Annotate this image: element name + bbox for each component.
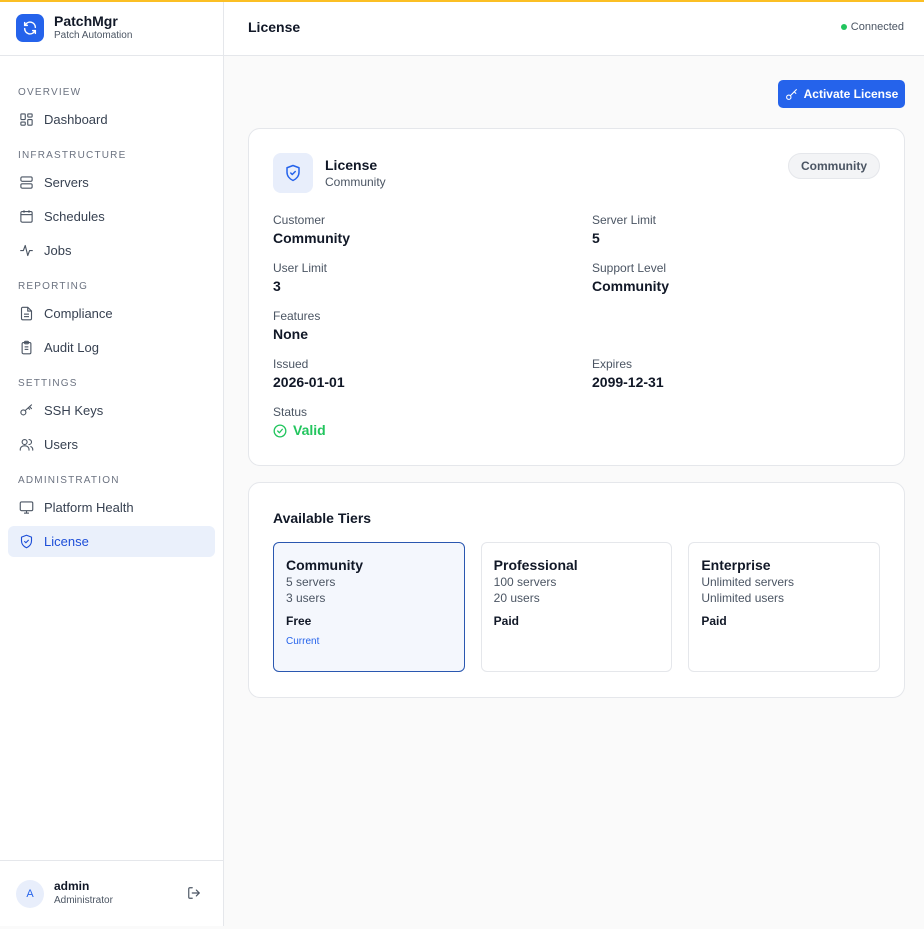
nav-section-settings: SETTINGS <box>18 378 78 389</box>
refresh-icon <box>16 13 44 42</box>
sidebar: PatchMgr Patch Automation OVERVIEW Dashb… <box>0 0 224 926</box>
shield-check-icon <box>273 153 313 193</box>
tier-enterprise[interactable]: Enterprise Unlimited servers Unlimited u… <box>688 542 881 672</box>
brand: PatchMgr Patch Automation <box>0 0 223 56</box>
sidebar-item-dashboard[interactable]: Dashboard <box>8 104 215 135</box>
license-subtitle: Community <box>325 175 386 189</box>
server-icon <box>18 175 34 191</box>
top-accent-bar <box>0 0 924 2</box>
current-tier-label: Current <box>286 636 320 647</box>
nav-section-infrastructure: INFRASTRUCTURE <box>18 150 127 161</box>
calendar-icon <box>18 209 34 225</box>
sidebar-item-schedules[interactable]: Schedules <box>8 201 215 232</box>
field-expires: Expires 2099-12-31 <box>592 357 664 390</box>
field-support-level: Support Level Community <box>592 261 669 294</box>
users-icon <box>18 437 34 453</box>
monitor-icon <box>18 500 34 516</box>
sidebar-item-users[interactable]: Users <box>8 429 215 460</box>
license-card: License Community Community Customer Com… <box>248 128 905 466</box>
field-features: Features None <box>273 309 321 342</box>
tier-community[interactable]: Community 5 servers 3 users Free Current <box>273 542 465 672</box>
page-header: License Connected <box>224 0 924 56</box>
activate-license-label: Activate License <box>803 87 899 101</box>
nav-section-administration: ADMINISTRATION <box>18 475 120 486</box>
sidebar-item-label: Jobs <box>44 243 72 258</box>
sidebar-item-label: Users <box>44 437 78 452</box>
document-icon <box>18 306 34 322</box>
sidebar-item-label: Servers <box>44 175 89 190</box>
nav-section-reporting: REPORTING <box>18 281 89 292</box>
field-user-limit: User Limit 3 <box>273 261 328 294</box>
sidebar-nav: OVERVIEW Dashboard INFRASTRUCTURE Server… <box>0 56 223 557</box>
connection-status: Connected <box>840 20 904 33</box>
tiers-title: Available Tiers <box>273 510 372 526</box>
field-status: Status Valid <box>273 405 326 438</box>
tier-badge: Community <box>788 153 880 179</box>
sidebar-item-license[interactable]: License <box>8 526 215 557</box>
sidebar-item-audit-log[interactable]: Audit Log <box>8 332 215 363</box>
tier-list: Community 5 servers 3 users Free Current… <box>273 542 881 672</box>
sidebar-item-jobs[interactable]: Jobs <box>8 235 215 266</box>
logout-icon[interactable] <box>187 886 203 902</box>
clipboard-icon <box>18 340 34 356</box>
tiers-card: Available Tiers Community 5 servers 3 us… <box>248 482 905 698</box>
sidebar-item-label: Compliance <box>44 306 113 321</box>
sidebar-item-label: SSH Keys <box>44 403 104 418</box>
sidebar-item-servers[interactable]: Servers <box>8 167 215 198</box>
status-value: Valid <box>293 422 326 438</box>
avatar: A <box>16 879 44 908</box>
key-icon <box>18 403 34 419</box>
activate-license-button[interactable]: Activate License <box>778 80 905 108</box>
sidebar-item-platform-health[interactable]: Platform Health <box>8 492 215 523</box>
user-name: admin <box>54 879 90 893</box>
sidebar-item-compliance[interactable]: Compliance <box>8 298 215 329</box>
page-title: License <box>248 18 301 35</box>
brand-name: PatchMgr <box>54 13 118 29</box>
check-circle-icon <box>273 424 287 437</box>
sidebar-item-label: Schedules <box>44 209 105 224</box>
main-content: License Connected Activate License Licen… <box>224 0 924 926</box>
status-dot-icon <box>840 23 847 30</box>
user-role: Administrator <box>54 895 113 906</box>
sidebar-item-label: Audit Log <box>44 340 99 355</box>
shield-icon <box>18 534 34 550</box>
brand-subtitle: Patch Automation <box>54 30 133 41</box>
activity-icon <box>18 243 34 259</box>
key-icon <box>785 88 797 100</box>
sidebar-item-label: Platform Health <box>44 500 134 515</box>
license-title: License <box>325 157 378 173</box>
dashboard-icon <box>18 112 34 128</box>
sidebar-item-label: Dashboard <box>44 112 108 127</box>
sidebar-item-ssh-keys[interactable]: SSH Keys <box>8 395 215 426</box>
tier-professional[interactable]: Professional 100 servers 20 users Paid <box>480 542 673 672</box>
nav-section-overview: OVERVIEW <box>18 87 82 98</box>
sidebar-item-label: License <box>44 534 89 549</box>
field-server-limit: Server Limit 5 <box>592 213 657 246</box>
field-customer: Customer Community <box>273 213 350 246</box>
license-details: Customer Community Server Limit 5 User L… <box>273 213 880 453</box>
user-panel: A admin Administrator <box>0 860 223 926</box>
connection-status-label: Connected <box>850 20 904 33</box>
field-issued: Issued 2026-01-01 <box>273 357 345 390</box>
